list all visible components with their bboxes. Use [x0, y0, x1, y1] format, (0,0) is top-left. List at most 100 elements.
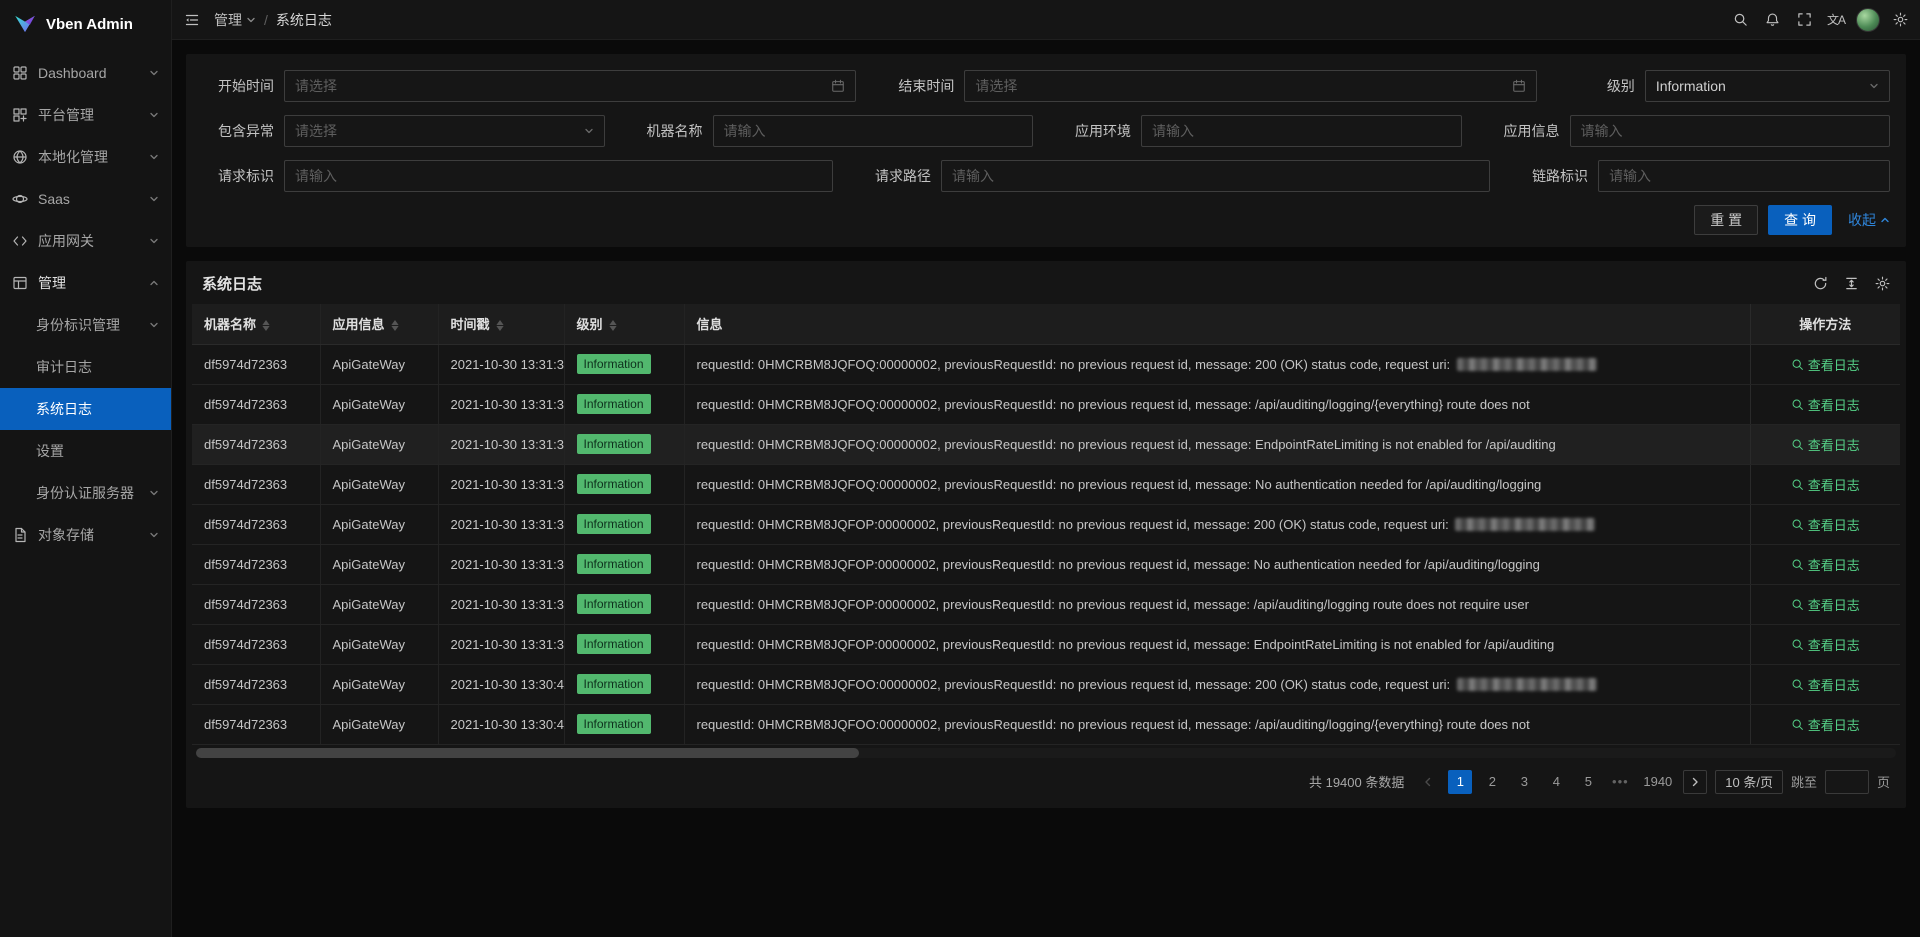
logo[interactable]: Vben Admin — [0, 0, 171, 48]
page-button[interactable]: 4 — [1544, 770, 1568, 794]
refresh-icon[interactable] — [1813, 276, 1828, 291]
view-log-link[interactable]: 查看日志 — [1791, 395, 1860, 414]
chevron-down-icon — [584, 126, 594, 136]
view-log-link[interactable]: 查看日志 — [1791, 515, 1860, 534]
page-button[interactable]: 1940 — [1640, 770, 1675, 794]
cell-message: requestId: 0HMCRBM8JQFOP:00000002, previ… — [684, 584, 1750, 624]
sidebar: Vben Admin Dashboard平台管理本地化管理Saas应用网关管理身… — [0, 0, 172, 937]
query-button[interactable]: 查 询 — [1768, 205, 1832, 235]
view-log-link[interactable]: 查看日志 — [1791, 715, 1860, 734]
avatar[interactable] — [1852, 0, 1884, 40]
sidebar-item[interactable]: 身份标识管理 — [0, 304, 171, 346]
cell-timestamp: 2021-10-30 13:31:38 — [438, 384, 564, 424]
sidebar-item[interactable]: 审计日志 — [0, 346, 171, 388]
column-header-label: 级别 — [577, 317, 603, 332]
sort-icon[interactable] — [609, 320, 617, 331]
sidebar-item[interactable]: 平台管理 — [0, 94, 171, 136]
page-button[interactable]: 5 — [1576, 770, 1600, 794]
column-header[interactable]: 时间戳 — [438, 304, 564, 344]
sidebar-item[interactable]: 管理 — [0, 262, 171, 304]
view-log-label: 查看日志 — [1808, 515, 1860, 534]
sidebar-item[interactable]: 系统日志 — [0, 388, 171, 430]
jump-input[interactable] — [1825, 770, 1869, 794]
sort-icon[interactable] — [262, 320, 270, 331]
column-header[interactable]: 级别 — [564, 304, 684, 344]
horizontal-scrollbar[interactable] — [196, 748, 1896, 758]
text-input[interactable] — [952, 168, 1479, 184]
table-row: df5974d72363ApiGateWay2021-10-30 13:31:3… — [192, 424, 1900, 464]
view-log-link[interactable]: 查看日志 — [1791, 595, 1860, 614]
page-size-select[interactable]: 10 条/页 — [1715, 770, 1783, 794]
cell-app: ApiGateWay — [320, 384, 438, 424]
date-picker[interactable] — [284, 70, 856, 102]
text-input[interactable] — [1581, 123, 1880, 139]
view-log-link[interactable]: 查看日志 — [1791, 435, 1860, 454]
page-button[interactable]: ••• — [1608, 770, 1632, 794]
level-badge: Information — [577, 714, 651, 734]
cell-message: requestId: 0HMCRBM8JQFOQ:00000002, previ… — [684, 384, 1750, 424]
text-input-wrap[interactable] — [1598, 160, 1890, 192]
cell-timestamp: 2021-10-30 13:30:44 — [438, 664, 564, 704]
select[interactable]: 请选择 — [284, 115, 605, 147]
view-log-link[interactable]: 查看日志 — [1791, 555, 1860, 574]
page-button[interactable]: 1 — [1448, 770, 1472, 794]
pagination: 共 19400 条数据12345•••194010 条/页跳至页 — [186, 758, 1906, 800]
sort-icon[interactable] — [496, 320, 504, 331]
column-header[interactable]: 应用信息 — [320, 304, 438, 344]
page-button[interactable]: 3 — [1512, 770, 1536, 794]
fullscreen-icon[interactable] — [1788, 0, 1820, 40]
text-input-wrap[interactable] — [1141, 115, 1462, 147]
text-input[interactable] — [724, 123, 1023, 139]
sort-icon[interactable] — [391, 320, 399, 331]
logo-icon — [12, 11, 38, 37]
text-input-wrap[interactable] — [284, 160, 833, 192]
chevron-down-icon — [149, 152, 159, 162]
search-icon[interactable] — [1724, 0, 1756, 40]
prev-page-button[interactable] — [1416, 770, 1440, 794]
magnifier-icon — [1791, 398, 1804, 411]
text-input-wrap[interactable] — [1570, 115, 1891, 147]
column-header[interactable]: 机器名称 — [192, 304, 320, 344]
cell-app: ApiGateWay — [320, 344, 438, 384]
settings-icon[interactable] — [1884, 0, 1916, 40]
bell-icon[interactable] — [1756, 0, 1788, 40]
scrollbar-thumb[interactable] — [196, 748, 859, 758]
text-input[interactable] — [1609, 168, 1879, 184]
translate-icon[interactable]: 文A — [1820, 0, 1852, 40]
page-button[interactable]: 2 — [1480, 770, 1504, 794]
breadcrumb-item-current: 系统日志 — [276, 10, 332, 30]
cell-level: Information — [564, 464, 684, 504]
cell-action: 查看日志 — [1750, 344, 1900, 384]
date-picker[interactable] — [964, 70, 1536, 102]
select[interactable]: Information — [1645, 70, 1890, 102]
cell-message: requestId: 0HMCRBM8JQFOO:00000002, previ… — [684, 664, 1750, 704]
sidebar-item[interactable]: 对象存储 — [0, 514, 171, 556]
view-log-link[interactable]: 查看日志 — [1791, 635, 1860, 654]
sidebar-item[interactable]: 本地化管理 — [0, 136, 171, 178]
header: 管理 / 系统日志 — [172, 0, 1920, 40]
view-log-link[interactable]: 查看日志 — [1791, 475, 1860, 494]
date-input[interactable] — [295, 78, 825, 94]
view-log-link[interactable]: 查看日志 — [1791, 675, 1860, 694]
view-log-label: 查看日志 — [1808, 435, 1860, 454]
sidebar-item[interactable]: 设置 — [0, 430, 171, 472]
settings-icon[interactable] — [1875, 276, 1890, 291]
text-input[interactable] — [1152, 123, 1451, 139]
reset-button[interactable]: 重 置 — [1694, 205, 1758, 235]
view-log-link[interactable]: 查看日志 — [1791, 355, 1860, 374]
breadcrumb-item[interactable]: 管理 — [214, 10, 256, 30]
text-input-wrap[interactable] — [713, 115, 1034, 147]
sidebar-item[interactable]: 身份认证服务器 — [0, 472, 171, 514]
next-page-button[interactable] — [1683, 770, 1707, 794]
view-log-label: 查看日志 — [1808, 675, 1860, 694]
date-input[interactable] — [975, 78, 1505, 94]
collapse-link[interactable]: 收起 — [1848, 210, 1890, 230]
cell-message: requestId: 0HMCRBM8JQFOQ:00000002, previ… — [684, 464, 1750, 504]
text-input-wrap[interactable] — [941, 160, 1490, 192]
sidebar-item[interactable]: Saas — [0, 178, 171, 220]
sidebar-item[interactable]: 应用网关 — [0, 220, 171, 262]
sidebar-item[interactable]: Dashboard — [0, 52, 171, 94]
text-input[interactable] — [295, 168, 822, 184]
menu-fold-icon[interactable] — [184, 12, 200, 28]
column-height-icon[interactable] — [1844, 276, 1859, 291]
